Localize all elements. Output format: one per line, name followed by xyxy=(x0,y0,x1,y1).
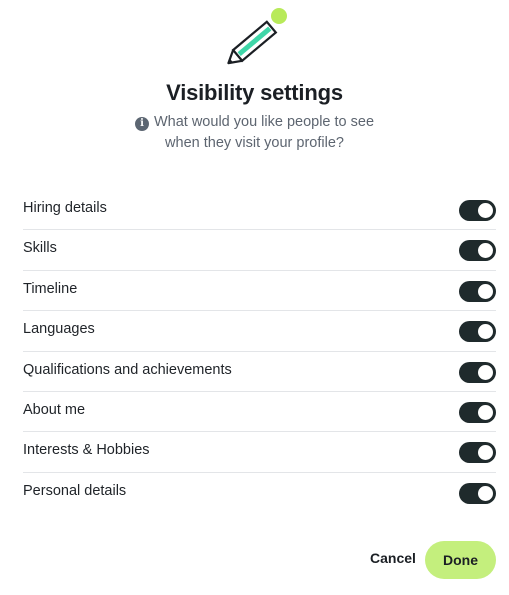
about-me-toggle[interactable] xyxy=(459,401,496,423)
timeline-toggle[interactable] xyxy=(459,280,496,302)
setting-row-interests-hobbies: Interests & Hobbies xyxy=(23,432,496,473)
setting-row-about-me: About me xyxy=(23,392,496,433)
visibility-settings-dialog: Visibility settings i What would you like… xyxy=(0,0,509,595)
toggle-knob xyxy=(478,404,493,420)
toggle-knob xyxy=(478,283,493,299)
toggle-knob xyxy=(478,364,493,380)
setting-label: Skills xyxy=(23,240,57,257)
setting-label: Languages xyxy=(23,321,95,338)
toggle-knob xyxy=(478,324,493,340)
hiring-details-toggle[interactable] xyxy=(459,200,496,221)
personal-details-toggle[interactable] xyxy=(459,482,496,504)
done-button[interactable]: Done xyxy=(425,541,496,579)
toggle-knob xyxy=(478,243,493,259)
setting-label: Interests & Hobbies xyxy=(23,442,150,459)
setting-row-qualifications: Qualifications and achievements xyxy=(23,352,496,392)
setting-row-personal-details: Personal details xyxy=(23,473,496,513)
pencil-icon xyxy=(226,6,290,68)
dialog-title: Visibility settings xyxy=(166,80,343,105)
cancel-button[interactable]: Cancel xyxy=(370,550,416,566)
skills-toggle[interactable] xyxy=(459,240,496,262)
settings-list: Hiring details Skills Timeline Languages… xyxy=(23,190,496,513)
toggle-knob xyxy=(478,203,493,218)
setting-row-hiring-details: Hiring details xyxy=(23,190,496,231)
setting-row-skills: Skills xyxy=(23,230,496,271)
setting-label: Qualifications and achievements xyxy=(23,361,232,378)
setting-label: Timeline xyxy=(23,280,78,297)
setting-label: Hiring details xyxy=(23,200,107,216)
languages-toggle[interactable] xyxy=(459,321,496,343)
interests-hobbies-toggle[interactable] xyxy=(459,442,496,464)
toggle-knob xyxy=(478,485,493,501)
info-icon: i xyxy=(134,117,149,131)
setting-row-languages: Languages xyxy=(23,311,496,352)
toggle-knob xyxy=(478,445,493,461)
dialog-subtitle: i What would you like people to see when … xyxy=(0,112,509,153)
setting-label: About me xyxy=(23,401,86,418)
subtitle-line-2: when they visit your profile? xyxy=(165,134,344,151)
subtitle-text-1: What would you like people to see xyxy=(153,114,375,130)
subtitle-line-1: i What would you like people to see xyxy=(0,112,509,133)
setting-row-timeline: Timeline xyxy=(23,271,496,312)
qualifications-toggle[interactable] xyxy=(459,361,496,383)
setting-label: Personal details xyxy=(23,482,127,499)
